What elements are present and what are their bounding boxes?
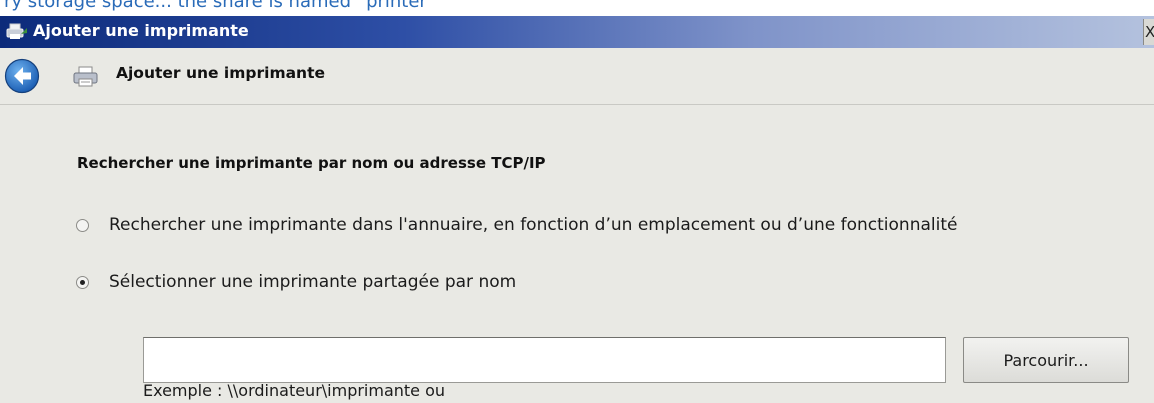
window-titlebar: Ajouter une imprimante X [0,16,1154,48]
printer-add-icon [6,23,27,39]
shared-printer-name-input[interactable] [143,337,946,383]
close-button[interactable]: X [1143,19,1154,45]
background-page-text: ry storage space... the share is named “… [0,0,1154,16]
background-page-fragment: ry storage space... the share is named “… [4,0,437,12]
option-label-search-directory[interactable]: Rechercher une imprimante dans l'annuair… [109,215,957,235]
option-label-select-shared-printer[interactable]: Sélectionner une imprimante partagée par… [109,272,516,292]
radio-select-shared-printer[interactable] [76,276,89,289]
wizard-navigation-bar: Ajouter une imprimante [0,48,1154,105]
window-title: Ajouter une imprimante [33,21,249,40]
example-hint: Exemple : \\ordinateur\imprimante ou [143,381,446,400]
printer-icon [73,66,98,87]
radio-search-directory[interactable] [76,219,89,232]
section-heading: Rechercher une imprimante par nom ou adr… [77,154,546,172]
wizard-title: Ajouter une imprimante [116,64,326,82]
back-arrow-icon[interactable] [4,58,40,94]
browse-button[interactable]: Parcourir... [963,337,1129,383]
